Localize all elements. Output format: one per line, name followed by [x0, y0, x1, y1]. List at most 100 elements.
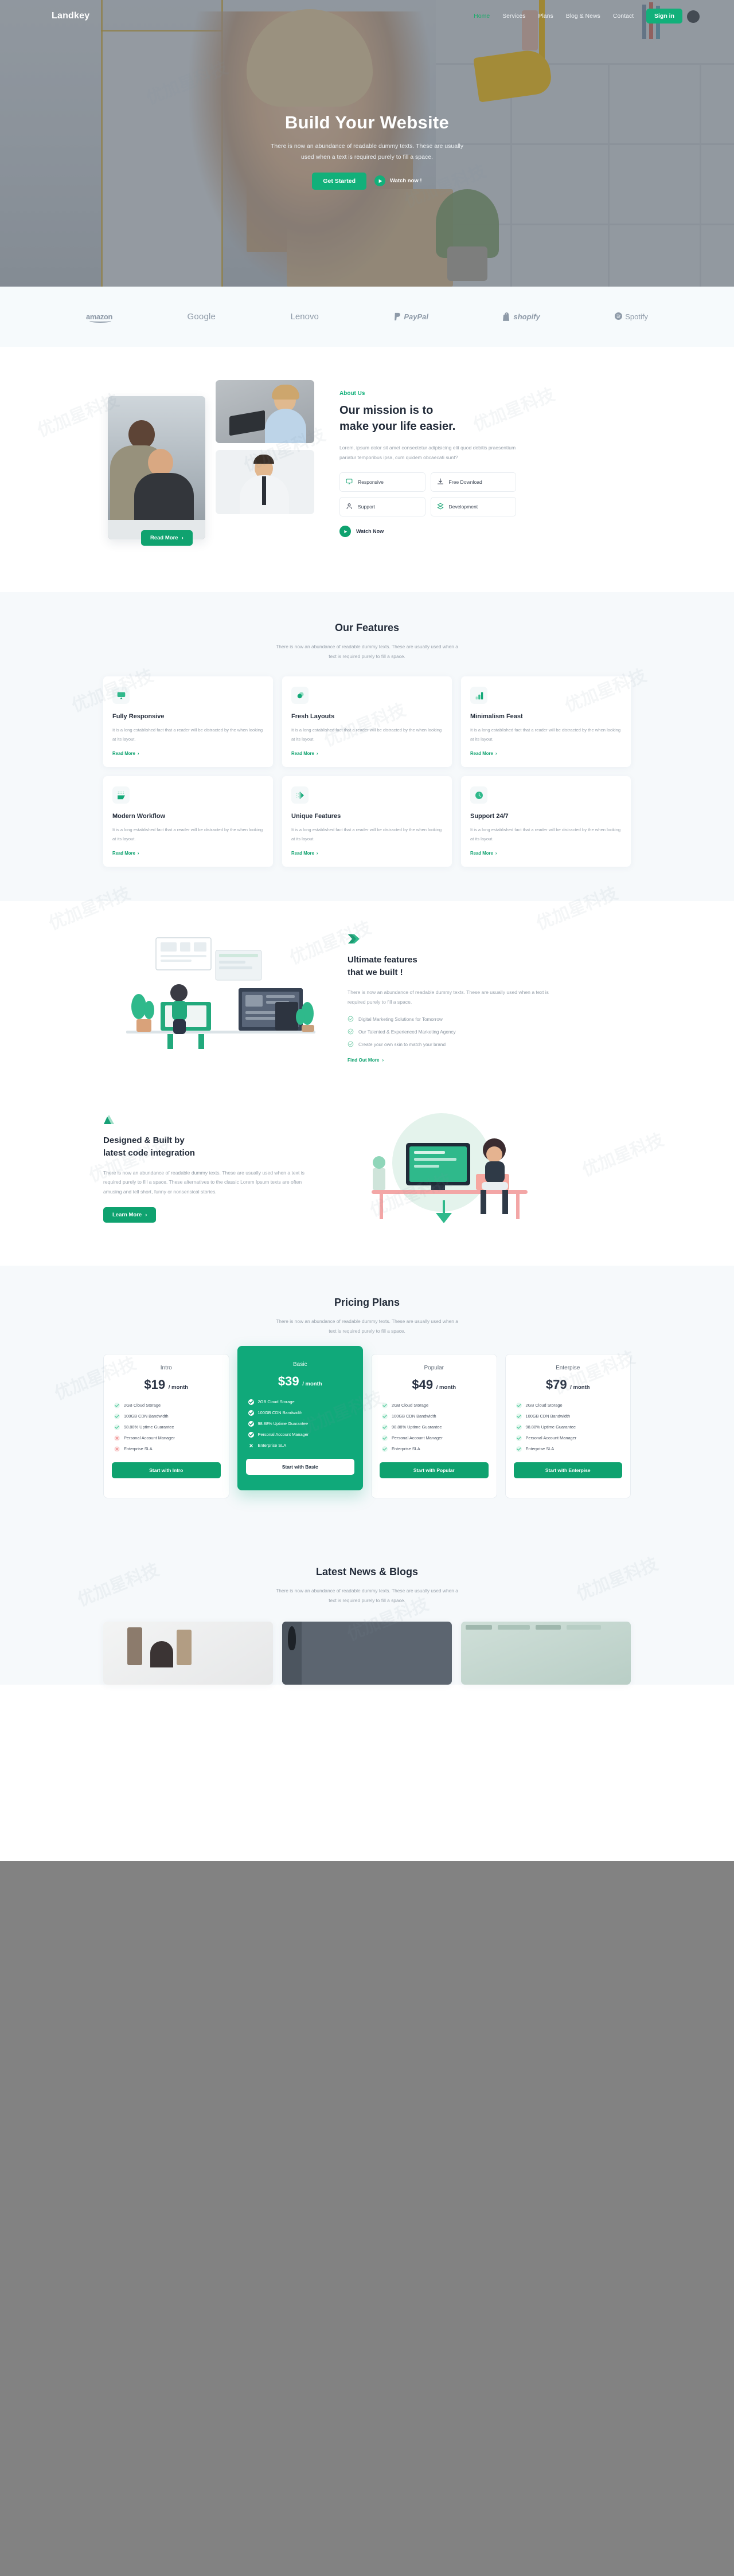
about-heading: Our mission is to make your life easier. [339, 402, 516, 435]
bar-chart-icon [470, 687, 487, 704]
feature-read-more-link[interactable]: Read More › [470, 851, 497, 856]
logo-amazon-label: amazon [86, 312, 113, 321]
plan-feature: 2GB Cloud Storage [114, 1402, 221, 1408]
logo-paypal-label: PayPal [404, 312, 428, 321]
plan-feature-label: Personal Account Manager [124, 1435, 175, 1441]
feature-read-more-link[interactable]: Read More › [112, 851, 139, 856]
about-photo-team [108, 396, 205, 539]
pricing-card-basic[interactable]: Basic $39 / month 2GB Cloud Storage 100G… [237, 1345, 363, 1490]
ultimate-illustration [103, 933, 333, 1065]
feature-card-modern-workflow[interactable]: Modern Workflow It is a long established… [103, 776, 273, 867]
designed-paragraph: There is now an abundance of readable du… [103, 1169, 304, 1195]
pricing-card-enterpise[interactable]: Enterpise $79 / month 2GB Cloud Storage … [505, 1353, 631, 1498]
sign-in-button[interactable]: Sign in [646, 9, 682, 24]
plan-cta-button[interactable]: Start with Basic [245, 1458, 354, 1475]
plan-cta-button[interactable]: Start with Intro [112, 1462, 221, 1478]
about-feature-development[interactable]: Development [430, 497, 516, 517]
plan-cta-button[interactable]: Start with Popular [380, 1462, 489, 1478]
feature-card-title: Modern Workflow [112, 813, 166, 820]
about-feature-grid: Responsive Free Download Support Develop… [339, 472, 516, 517]
feature-card-desc: It is a long established fact that a rea… [291, 827, 442, 842]
feature-card-fresh-layouts[interactable]: Fresh Layouts It is a long established f… [282, 676, 452, 768]
feature-card-title: Support 24/7 [470, 813, 509, 820]
get-started-button[interactable]: Get Started [312, 172, 366, 190]
about-watch-now[interactable]: Watch Now [339, 526, 516, 538]
plan-feature-list: 2GB Cloud Storage 100GB CDN Bandwidth 98… [246, 1399, 355, 1448]
learn-more-label: Learn More [112, 1211, 142, 1218]
pricing-card-popular[interactable]: Popular $49 / month 2GB Cloud Storage 10… [371, 1353, 497, 1498]
layers-icon [291, 687, 309, 704]
nav-item-contact[interactable]: Contact [613, 13, 634, 19]
chevron-right-icon: › [137, 751, 139, 757]
pricing-card-intro[interactable]: Intro $19 / month 2GB Cloud Storage 100G… [103, 1353, 229, 1498]
plan-feature: 98.88% Uptime Guarantee [516, 1424, 623, 1430]
feature-card-support-247[interactable]: Support 24/7 It is a long established fa… [461, 776, 631, 867]
feature-card-unique-features[interactable]: Unique Features It is a long established… [282, 776, 452, 867]
check-icon [516, 1402, 522, 1408]
ultimate-features-section: Ultimate features that we built ! There … [0, 901, 734, 1089]
check-icon [114, 1424, 120, 1430]
feature-card-fully-responsive[interactable]: Fully Responsive It is a long establishe… [103, 676, 273, 768]
feature-read-more-link[interactable]: Read More › [112, 751, 139, 756]
feature-card-minimalism-feast[interactable]: Minimalism Feast It is a long establishe… [461, 676, 631, 768]
plan-feature: 2GB Cloud Storage [516, 1402, 623, 1408]
feature-read-more-label: Read More [112, 851, 135, 856]
watch-now-control[interactable]: Watch now ! [374, 175, 422, 187]
plan-feature-label: Enterprise SLA [392, 1446, 420, 1452]
hero-title: Build Your Website [284, 112, 450, 132]
plan-price: $49 / month [380, 1377, 489, 1392]
nav-item-blog-news[interactable]: Blog & News [566, 13, 600, 19]
about-read-more-label: Read More [150, 535, 178, 541]
plan-feature-label: 98.88% Uptime Guarantee [525, 1424, 576, 1430]
plan-feature: 2GB Cloud Storage [382, 1402, 489, 1408]
feature-read-more-label: Read More [291, 751, 314, 757]
about-feature-responsive[interactable]: Responsive [339, 472, 425, 492]
hero-actions: Get Started Watch now ! [0, 172, 734, 190]
feature-read-more-link[interactable]: Read More › [470, 751, 497, 756]
nav-item-services[interactable]: Services [502, 13, 525, 19]
feature-card-desc: It is a long established fact that a rea… [470, 827, 621, 842]
plan-feature-label: 100GB CDN Bandwidth [525, 1414, 571, 1419]
learn-more-button[interactable]: Learn More › [103, 1207, 157, 1223]
plan-feature-label: 100GB CDN Bandwidth [392, 1414, 436, 1419]
check-circle-icon [348, 1016, 354, 1023]
about-feature-support[interactable]: Support [339, 497, 425, 517]
plan-feature-label: 100GB CDN Bandwidth [257, 1410, 303, 1416]
logo-paypal: PayPal [393, 312, 428, 321]
blog-card[interactable] [461, 1622, 631, 1685]
plan-cta-button[interactable]: Start with Enterpise [513, 1462, 622, 1478]
ultimate-mark-icon [348, 934, 565, 947]
about-read-more-button[interactable]: Read More › [141, 530, 193, 546]
plan-price-period: / month [168, 1384, 189, 1391]
pricing-section: Pricing Plans There is now an abundance … [0, 1266, 734, 1535]
plan-name: Enterpise [556, 1364, 580, 1371]
plan-feature: Personal Account Manager [248, 1431, 355, 1438]
plan-feature: Personal Account Manager [516, 1435, 623, 1441]
plan-price-amount: $39 [278, 1373, 299, 1388]
feature-read-more-link[interactable]: Read More › [291, 751, 318, 756]
nav-item-home[interactable]: Home [474, 13, 490, 19]
plan-feature-label: Enterprise SLA [257, 1443, 287, 1448]
plan-feature-list: 2GB Cloud Storage 100GB CDN Bandwidth 98… [514, 1402, 623, 1452]
feature-read-more-link[interactable]: Read More › [291, 851, 318, 856]
find-out-more-link[interactable]: Find Out More › [348, 1058, 384, 1063]
plan-feature: 98.88% Uptime Guarantee [114, 1424, 221, 1430]
logo-spotify-label: Spotify [625, 312, 648, 321]
spotify-icon [615, 312, 623, 321]
plan-price-period: / month [436, 1384, 456, 1391]
blog-card[interactable] [282, 1622, 452, 1685]
blog-card[interactable] [103, 1622, 273, 1685]
features-header: Our Features There is now an abundance o… [0, 622, 734, 661]
chevron-right-icon: › [316, 751, 318, 757]
about-heading-line-1: Our mission is to [339, 404, 434, 417]
designed-text-block: Designed & Built by latest code integrat… [103, 1114, 321, 1223]
chevron-right-icon: › [382, 1058, 384, 1063]
nav-item-plans[interactable]: Plans [538, 13, 553, 19]
about-feature-free-download[interactable]: Free Download [430, 472, 516, 492]
check-icon [114, 1413, 120, 1419]
plan-feature-list: 2GB Cloud Storage 100GB CDN Bandwidth 98… [380, 1402, 489, 1452]
plan-feature-label: 2GB Cloud Storage [525, 1403, 563, 1408]
brand-logo[interactable]: Landkey [52, 11, 89, 21]
plan-price: $79 / month [514, 1377, 623, 1392]
chevron-right-icon: › [495, 751, 497, 757]
